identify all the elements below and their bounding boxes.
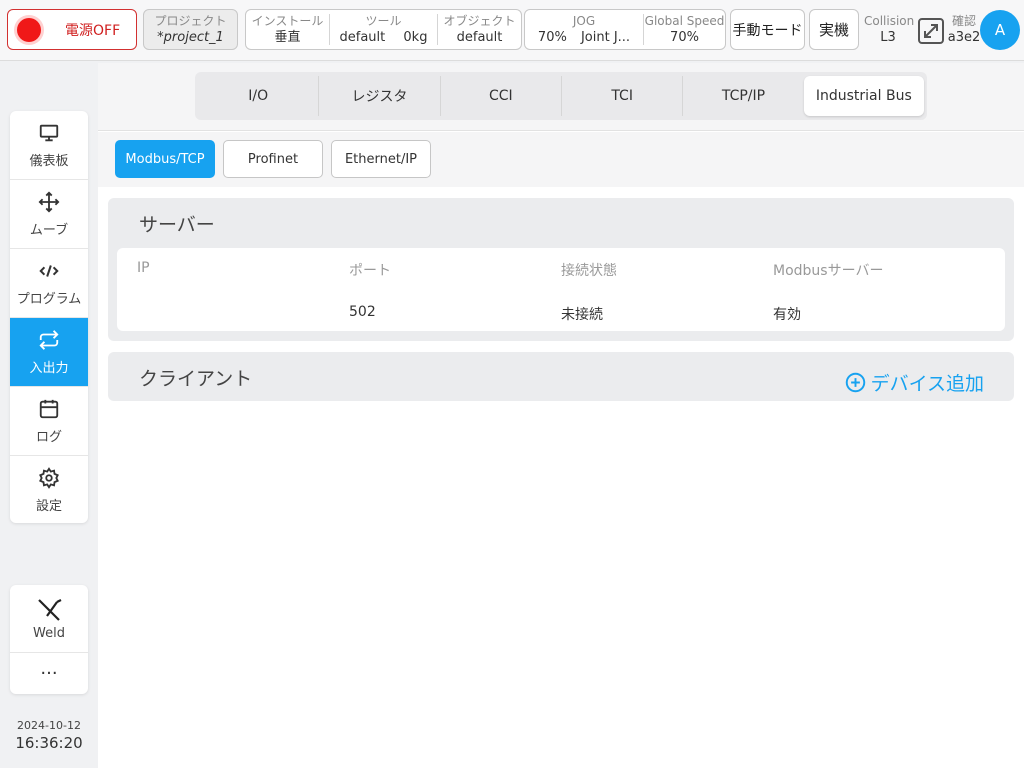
weld-torch-icon	[38, 599, 62, 621]
project-value: *project_1	[157, 30, 224, 45]
add-device-button[interactable]: デバイス追加	[845, 369, 984, 396]
jog-value: 70% Joint J...	[525, 29, 643, 47]
confirm-indicator[interactable]: 確認 a3e2	[946, 14, 982, 47]
tab-tcpip[interactable]: TCP/IP	[683, 76, 803, 116]
server-table[interactable]: IP ポート 接続状態 Modbusサーバー 502 未接続 有効	[117, 248, 1005, 331]
header-ip: IP	[137, 260, 150, 276]
sidebar-item-settings[interactable]: 設定	[10, 456, 88, 523]
object-label: オブジェクト	[443, 14, 516, 28]
client-section: クライアント デバイス追加	[108, 352, 1014, 401]
plus-circle-icon	[845, 372, 865, 393]
cell-modbus-server: 有効	[773, 307, 801, 323]
power-label: 電源OFF	[65, 22, 121, 39]
header-port: ポート	[349, 263, 391, 279]
jog-cell[interactable]: JOG 70% Joint J...	[525, 14, 644, 45]
sidebar: 儀表板 ムーブ プログラム 入出力 ログ 設定	[10, 111, 88, 523]
header-connection-status: 接続状態	[561, 263, 617, 279]
sidebar-item-io[interactable]: 入出力	[10, 318, 88, 387]
subtabs-area: Modbus/TCP Profinet Ethernet/IP	[98, 132, 1024, 187]
subtab-profinet[interactable]: Profinet	[223, 140, 323, 178]
monitor-icon	[39, 124, 59, 141]
sidebar-item-label: ログ	[35, 429, 62, 445]
top-bar: 電源OFF プロジェクト *project_1 インストール 垂直 ツール de…	[0, 0, 1024, 61]
more-button[interactable]: ···	[10, 653, 88, 694]
project-label: プロジェクト	[154, 14, 227, 28]
tool-cell[interactable]: ツール default 0kg	[330, 14, 438, 45]
sidebar-item-label: ムーブ	[29, 222, 69, 238]
expand-icon[interactable]	[917, 17, 945, 45]
install-label: インストール	[251, 14, 324, 28]
sidebar-item-program[interactable]: プログラム	[10, 249, 88, 318]
weld-label: Weld	[33, 626, 65, 641]
main-panel: I/O レジスタ CCI TCI TCP/IP Industrial Bus M…	[98, 63, 1024, 768]
tab-tci[interactable]: TCI	[562, 76, 684, 116]
tool-label: ツール	[365, 14, 402, 28]
date-text: 2024-10-12	[17, 719, 81, 732]
jog-mode: Joint J...	[580, 30, 631, 45]
tab-industrial-bus[interactable]: Industrial Bus	[803, 76, 924, 116]
power-status-icon	[17, 17, 41, 42]
speed-cell[interactable]: Global Speed 70%	[644, 14, 725, 45]
project-selector[interactable]: プロジェクト *project_1	[143, 9, 238, 50]
tab-io[interactable]: I/O	[198, 76, 320, 116]
tab-cci[interactable]: CCI	[441, 76, 562, 116]
confirm-value: a3e2	[947, 30, 981, 45]
tab-register[interactable]: レジスタ	[319, 76, 441, 116]
weld-panel: Weld ···	[10, 585, 88, 694]
confirm-label: 確認	[951, 14, 976, 28]
sidebar-item-label: 入出力	[29, 360, 69, 376]
tabs-area: I/O レジスタ CCI TCI TCP/IP Industrial Bus	[98, 63, 1024, 131]
real-machine-button[interactable]: 実機	[809, 9, 859, 50]
tool-value: default 0kg	[330, 29, 437, 47]
collision-value: L3	[880, 30, 896, 45]
sidebar-item-label: 設定	[35, 499, 62, 514]
subtab-modbus-tcp[interactable]: Modbus/TCP	[115, 140, 215, 178]
subtab-ethernet-ip[interactable]: Ethernet/IP	[331, 140, 431, 178]
move-icon	[38, 191, 60, 212]
object-cell[interactable]: オブジェクト default	[438, 14, 521, 45]
client-title: クライアント	[139, 368, 253, 390]
sidebar-item-label: 儀表板	[29, 153, 69, 169]
datetime: 2024-10-12 16:36:20	[10, 719, 88, 752]
tab-bar: I/O レジスタ CCI TCI TCP/IP Industrial Bus	[195, 72, 927, 120]
power-button[interactable]: 電源OFF	[7, 9, 137, 50]
cell-port: 502	[349, 304, 376, 320]
sidebar-item-move[interactable]: ムーブ	[10, 180, 88, 249]
server-section: サーバー IP ポート 接続状態 Modbusサーバー 502 未接続 有効	[108, 198, 1014, 341]
speed-label: Global Speed	[644, 14, 725, 28]
gear-icon	[39, 467, 59, 489]
code-icon	[39, 264, 59, 277]
swap-icon	[39, 329, 59, 350]
jog-percent: 70%	[537, 30, 567, 45]
install-value: 垂直	[274, 30, 301, 45]
sidebar-item-log[interactable]: ログ	[10, 387, 88, 456]
install-cell[interactable]: インストール 垂直	[246, 14, 330, 45]
calendar-icon	[39, 399, 59, 418]
collision-indicator[interactable]: Collision L3	[864, 14, 915, 47]
sidebar-item-dashboard[interactable]: 儀表板	[10, 111, 88, 180]
speed-value: 70%	[670, 30, 699, 45]
weld-button[interactable]: Weld	[10, 585, 88, 653]
tool-name: default	[339, 30, 386, 45]
header-modbus-server: Modbusサーバー	[773, 263, 884, 279]
avatar[interactable]: A	[980, 10, 1020, 50]
jog-speed-group[interactable]: JOG 70% Joint J... Global Speed 70%	[524, 9, 726, 50]
time-text: 16:36:20	[15, 734, 83, 752]
manual-mode-button[interactable]: 手動モード	[730, 9, 805, 50]
collision-label: Collision	[864, 14, 915, 28]
sidebar-item-label: プログラム	[16, 291, 82, 307]
server-title: サーバー	[139, 214, 215, 236]
tool-weight: 0kg	[403, 30, 428, 45]
object-value: default	[456, 30, 503, 45]
cell-connection-status: 未接続	[561, 307, 603, 323]
install-tool-object-group[interactable]: インストール 垂直 ツール default 0kg オブジェクト default	[245, 9, 522, 50]
jog-label: JOG	[572, 14, 596, 28]
add-device-label: デバイス追加	[870, 373, 984, 395]
